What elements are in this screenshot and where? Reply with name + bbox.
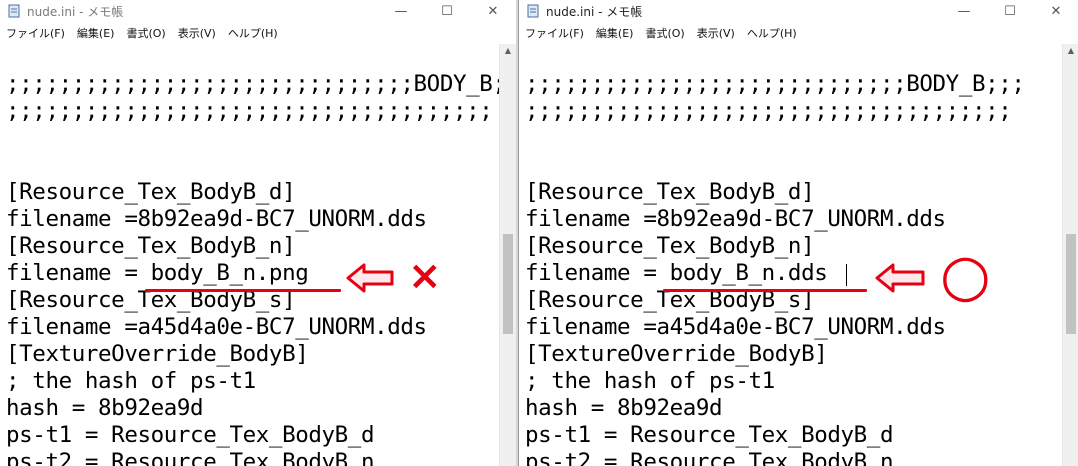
minimize-button[interactable]: — (941, 0, 987, 22)
editor-line: filename =8b92ea9d-BC7_UNORM.dds (525, 206, 946, 232)
notepad-icon (527, 4, 539, 18)
circle-mark: ○ (940, 241, 991, 309)
maximize-icon: ☐ (1004, 3, 1016, 19)
menu-file[interactable]: ファイル(F) (519, 25, 590, 41)
red-underline-right (663, 289, 867, 292)
editor-line: [Resource_Tex_BodyB_n] (525, 233, 815, 259)
editor-line: ;;;;;;;;;;;;;;;;;;;;;;;;;;;;;;;BODY_B; (6, 71, 500, 97)
notepad-icon (8, 4, 20, 18)
red-underline-left (145, 289, 341, 292)
red-arrow-left-icon (346, 263, 394, 293)
menu-help[interactable]: ヘルプ(H) (741, 25, 803, 41)
editor-line: [Resource_Tex_BodyB_n] (6, 233, 296, 259)
close-button[interactable]: ✕ (470, 0, 516, 22)
maximize-icon: ☐ (441, 3, 453, 19)
menu-file[interactable]: ファイル(F) (0, 25, 71, 41)
minimize-button[interactable]: — (378, 0, 424, 22)
editor-line: [Resource_Tex_BodyB_d] (6, 179, 296, 205)
editor-line: filename = body_B_n.dds (525, 260, 828, 286)
menu-edit[interactable]: 編集(E) (71, 25, 121, 41)
menu-view[interactable]: 表示(V) (691, 25, 741, 41)
editor-line: hash = 8b92ea9d (6, 395, 204, 421)
editor-line: [TextureOverride_BodyB] (525, 341, 828, 367)
editor-line: ; the hash of ps-t1 (525, 368, 775, 394)
editor-line: ps-t2 = Resource_Tex_BodyB_n (6, 449, 375, 466)
notepad-window-right: nude.ini - メモ帳 — ☐ ✕ ファイル(F) 編集(E) 書式(O)… (518, 0, 1078, 466)
editor-line: ;;;;;;;;;;;;;;;;;;;;;;;;;;;;;;;;;;;;; (6, 98, 493, 124)
close-icon: ✕ (1050, 3, 1062, 19)
menu-bar: ファイル(F) 編集(E) 書式(O) 表示(V) ヘルプ(H) (519, 22, 1078, 44)
maximize-button[interactable]: ☐ (987, 0, 1033, 22)
editor-line: filename = body_B_n.png (6, 260, 309, 286)
text-caret (846, 264, 847, 286)
vertical-scrollbar[interactable]: ▲ (1062, 44, 1078, 466)
minimize-icon: — (394, 3, 408, 19)
menu-format[interactable]: 書式(O) (639, 25, 690, 41)
notepad-window-left: nude.ini - メモ帳 — ☐ ✕ ファイル(F) 編集(E) 書式(O)… (0, 0, 516, 466)
close-button[interactable]: ✕ (1033, 0, 1078, 22)
editor-line: filename =a45d4a0e-BC7_UNORM.dds (525, 314, 946, 340)
editor-line: ;;;;;;;;;;;;;;;;;;;;;;;;;;;;;;;;;;;;; (525, 98, 1012, 124)
editor-line: ps-t1 = Resource_Tex_BodyB_d (6, 422, 375, 448)
vertical-scrollbar[interactable]: ▲ (499, 44, 516, 466)
red-arrow-right-icon (875, 263, 925, 293)
scroll-up-arrow-icon[interactable]: ▲ (1063, 46, 1078, 58)
cross-mark: × (408, 253, 442, 299)
editor-line: filename =a45d4a0e-BC7_UNORM.dds (6, 314, 427, 340)
window-title: nude.ini - メモ帳 (546, 5, 643, 19)
scroll-thumb[interactable] (1066, 234, 1076, 334)
editor-line: ps-t1 = Resource_Tex_BodyB_d (525, 422, 894, 448)
editor-line: filename =8b92ea9d-BC7_UNORM.dds (6, 206, 427, 232)
title-bar[interactable]: nude.ini - メモ帳 — ☐ ✕ (0, 0, 516, 22)
window-title: nude.ini - メモ帳 (27, 5, 124, 19)
editor-line: [Resource_Tex_BodyB_d] (525, 179, 815, 205)
editor-line: ; the hash of ps-t1 (6, 368, 256, 394)
title-bar[interactable]: nude.ini - メモ帳 — ☐ ✕ (519, 0, 1078, 22)
menu-view[interactable]: 表示(V) (172, 25, 222, 41)
scroll-thumb[interactable] (503, 234, 513, 334)
menu-edit[interactable]: 編集(E) (590, 25, 640, 41)
close-icon: ✕ (487, 3, 499, 19)
editor-line: ;;;;;;;;;;;;;;;;;;;;;;;;;;;;;BODY_B;;; (525, 71, 1025, 97)
minimize-icon: — (957, 3, 971, 19)
editor-line: hash = 8b92ea9d (525, 395, 723, 421)
menu-bar: ファイル(F) 編集(E) 書式(O) 表示(V) ヘルプ(H) (0, 22, 516, 44)
editor-line: ps-t2 = Resource_Tex_BodyB_n (525, 449, 894, 466)
maximize-button[interactable]: ☐ (424, 0, 470, 22)
menu-format[interactable]: 書式(O) (120, 25, 171, 41)
menu-help[interactable]: ヘルプ(H) (222, 25, 284, 41)
editor-line: [TextureOverride_BodyB] (6, 341, 309, 367)
scroll-up-arrow-icon[interactable]: ▲ (500, 46, 516, 58)
